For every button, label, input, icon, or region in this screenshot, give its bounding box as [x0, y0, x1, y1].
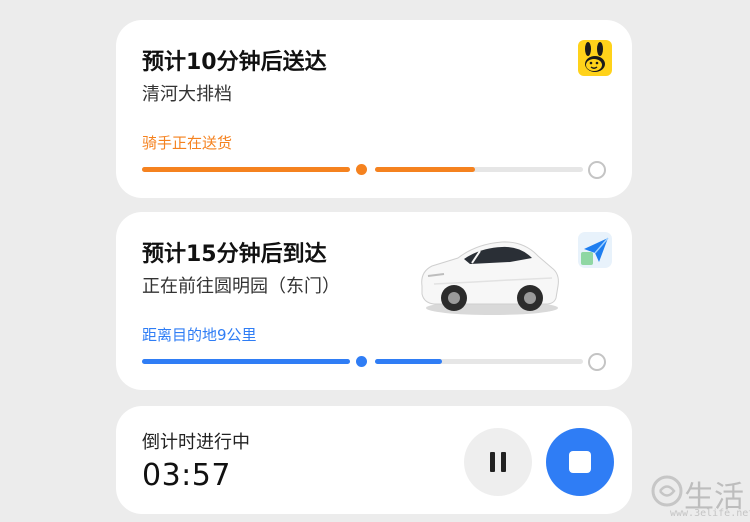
- watermark-url: www.3elife.net: [670, 508, 750, 519]
- progress-segment-1: [142, 167, 350, 172]
- progress-segment-2: [375, 167, 583, 172]
- site-watermark: 生活 www.3elife.net: [648, 470, 750, 522]
- progress-marker: [356, 356, 367, 367]
- timer-remaining-time: 03:57: [142, 458, 231, 493]
- ride-destination: 正在前往圆明园（东门）: [142, 276, 340, 297]
- white-car-image: [414, 228, 566, 318]
- rider-status-text: 骑手正在送货: [142, 134, 233, 152]
- delivery-eta-title: 预计10分钟后送达: [142, 50, 327, 75]
- meituan-kangaroo-icon: [578, 40, 612, 76]
- timer-status-label: 倒计时进行中: [142, 432, 250, 453]
- countdown-timer-card: 倒计时进行中 03:57: [116, 406, 632, 514]
- ride-status-card[interactable]: 预计15分钟后到达 正在前往圆明园（东门） 距离目的地9公里: [116, 212, 632, 390]
- ride-progress-bar: [142, 352, 606, 371]
- navigation-arrow-icon: [578, 232, 612, 268]
- destination-marker: [588, 161, 606, 179]
- progress-fill-1: [142, 359, 350, 364]
- progress-segment-2: [375, 359, 583, 364]
- progress-fill-2: [375, 167, 475, 172]
- stop-icon: [569, 451, 591, 473]
- pause-button[interactable]: [464, 428, 532, 496]
- restaurant-name: 清河大排档: [142, 84, 232, 105]
- destination-marker: [588, 353, 606, 371]
- stop-button[interactable]: [546, 428, 614, 496]
- distance-status-text: 距离目的地9公里: [142, 326, 257, 344]
- delivery-progress-bar: [142, 160, 606, 179]
- ride-eta-title: 预计15分钟后到达: [142, 242, 327, 267]
- progress-fill-1: [142, 167, 350, 172]
- watermark-logo-icon: [651, 475, 683, 507]
- progress-fill-2: [375, 359, 442, 364]
- progress-marker: [356, 164, 367, 175]
- progress-segment-1: [142, 359, 350, 364]
- delivery-status-card[interactable]: 预计10分钟后送达 清河大排档 骑手正在送货: [116, 20, 632, 198]
